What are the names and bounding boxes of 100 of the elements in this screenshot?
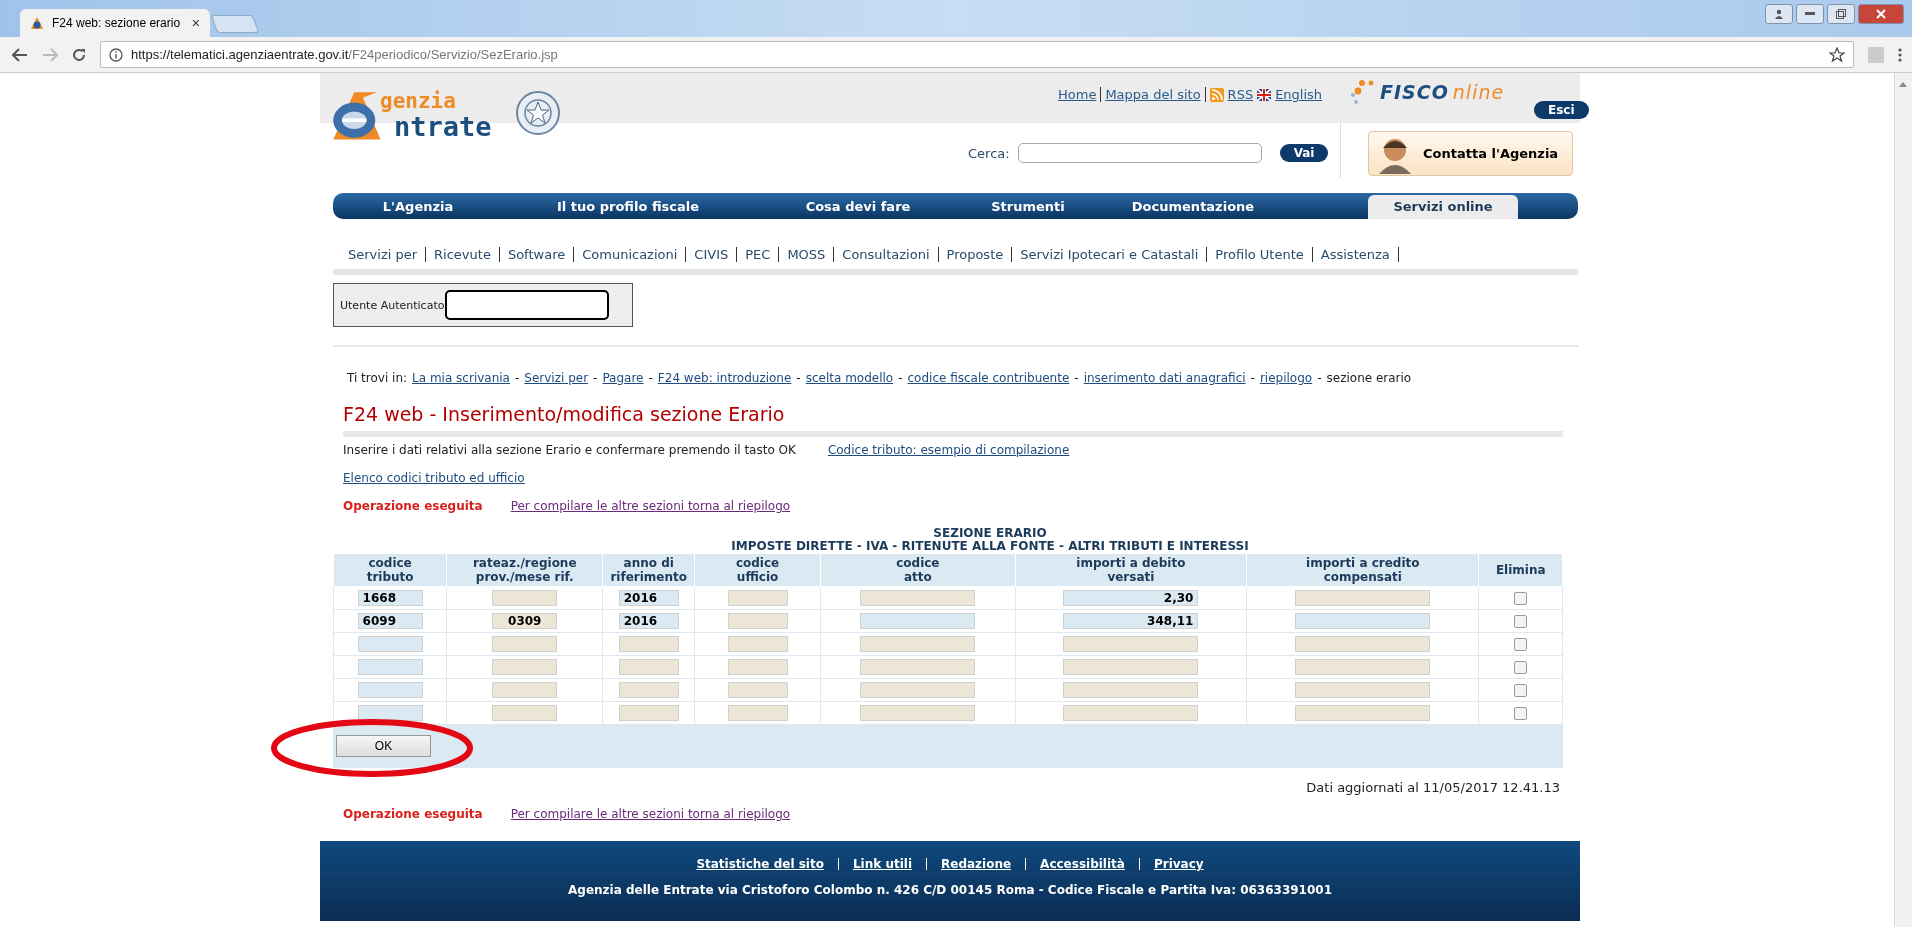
profile-button[interactable] <box>1765 4 1793 24</box>
table-input[interactable] <box>727 613 788 629</box>
table-input[interactable] <box>618 705 679 721</box>
subnav-link[interactable]: Servizi Ipotecari e Catastali <box>1012 246 1208 262</box>
table-input[interactable] <box>492 705 558 721</box>
subnav-link[interactable]: Ricevute <box>426 246 500 262</box>
subnav-link[interactable]: Proposte <box>938 246 1013 262</box>
nav-tab[interactable]: Cosa devi fare <box>753 195 963 219</box>
delete-checkbox[interactable] <box>1514 661 1528 674</box>
header-link[interactable]: RSS <box>1227 87 1254 102</box>
table-input[interactable] <box>1295 590 1431 606</box>
back-icon[interactable] <box>12 47 28 62</box>
table-input[interactable] <box>860 659 976 675</box>
table-input[interactable] <box>492 590 558 606</box>
footer-link[interactable]: Accessibilità <box>1040 857 1125 871</box>
table-input[interactable] <box>860 705 976 721</box>
summary-link[interactable]: Per compilare le altre sezioni torna al riepilogo <box>510 499 791 513</box>
nav-tab[interactable]: Servizi online <box>1368 195 1518 219</box>
table-input[interactable] <box>727 636 788 652</box>
table-input[interactable] <box>618 659 679 675</box>
header-link[interactable]: Home <box>1058 87 1102 102</box>
table-input[interactable] <box>727 705 788 721</box>
table-input[interactable]: 0309 <box>492 613 558 629</box>
table-input[interactable] <box>618 682 679 698</box>
table-input[interactable]: 6099 <box>357 613 423 629</box>
delete-checkbox[interactable] <box>1514 638 1528 651</box>
contact-button[interactable]: Contatta l'Agenzia <box>1368 131 1573 176</box>
exit-button[interactable]: Esci <box>1534 101 1589 119</box>
delete-checkbox[interactable] <box>1514 592 1528 605</box>
star-icon[interactable] <box>1829 46 1845 63</box>
table-input[interactable] <box>618 636 679 652</box>
table-input[interactable] <box>860 613 976 629</box>
new-tab-button[interactable] <box>210 15 260 33</box>
breadcrumb-link[interactable]: inserimento dati anagrafici <box>1083 371 1246 385</box>
breadcrumb-link[interactable]: Pagare <box>602 371 644 385</box>
subnav-link[interactable]: Software <box>499 246 575 262</box>
breadcrumb-link[interactable]: Servizi per <box>524 371 589 385</box>
table-input[interactable] <box>357 682 423 698</box>
extension-icon[interactable] <box>1868 46 1884 63</box>
forward-icon[interactable] <box>42 47 58 62</box>
table-input[interactable] <box>727 590 788 606</box>
table-input[interactable] <box>1295 613 1431 629</box>
breadcrumb-link[interactable]: La mia scrivania <box>412 371 510 385</box>
scrollbar[interactable] <box>1894 73 1912 927</box>
table-input[interactable] <box>1295 659 1431 675</box>
reload-icon[interactable] <box>72 47 86 62</box>
table-input[interactable] <box>492 636 558 652</box>
table-input[interactable]: 2,30 <box>1063 590 1199 606</box>
table-input[interactable] <box>1063 682 1199 698</box>
table-input[interactable] <box>860 636 976 652</box>
subnav-link[interactable]: Servizi per <box>340 246 427 262</box>
nav-tab[interactable]: Il tuo profilo fiscale <box>503 195 753 219</box>
nav-tab[interactable]: Strumenti <box>963 195 1093 219</box>
subnav-link[interactable]: Assistenza <box>1312 246 1399 262</box>
header-link[interactable]: English <box>1275 87 1323 102</box>
ok-button[interactable]: OK <box>336 735 431 757</box>
subnav-link[interactable]: MOSS <box>779 246 835 262</box>
restore-button[interactable] <box>1827 4 1855 24</box>
table-input[interactable] <box>860 590 976 606</box>
table-input[interactable] <box>1295 682 1431 698</box>
table-input[interactable]: 2016 <box>618 613 679 629</box>
minimize-button[interactable] <box>1796 4 1824 24</box>
delete-checkbox[interactable] <box>1514 615 1528 628</box>
table-input[interactable] <box>1295 636 1431 652</box>
menu-icon[interactable] <box>1898 47 1902 62</box>
close-tab-button[interactable]: × <box>191 15 200 31</box>
nav-tab[interactable]: Documentazione <box>1093 195 1293 219</box>
subnav-link[interactable]: Comunicazioni <box>574 246 687 262</box>
delete-checkbox[interactable] <box>1514 707 1528 720</box>
table-input[interactable] <box>492 682 558 698</box>
breadcrumb-link[interactable]: codice fiscale contribuente <box>907 371 1070 385</box>
subnav-link[interactable]: PEC <box>737 246 780 262</box>
table-input[interactable] <box>357 636 423 652</box>
breadcrumb-link[interactable]: scelta modello <box>805 371 894 385</box>
browser-tab[interactable]: F24 web: sezione erario × <box>20 9 210 37</box>
table-input[interactable] <box>357 705 423 721</box>
table-input[interactable] <box>860 682 976 698</box>
address-bar[interactable]: https://telematici.agenziaentrate.gov.it/F24periodico/Servizio/SezErario.jsp <box>100 41 1854 68</box>
search-button[interactable]: Vai <box>1279 144 1329 162</box>
close-window-button[interactable] <box>1858 4 1904 24</box>
search-field[interactable] <box>1017 143 1262 163</box>
table-input[interactable]: 1668 <box>357 590 423 606</box>
table-input[interactable] <box>727 659 788 675</box>
table-input[interactable] <box>1295 705 1431 721</box>
table-input[interactable] <box>1063 636 1199 652</box>
breadcrumb-link[interactable]: riepilogo <box>1259 371 1313 385</box>
table-input[interactable] <box>357 659 423 675</box>
nav-tab[interactable]: L'Agenzia <box>333 195 503 219</box>
agenzia-entrate-logo[interactable]: genzia ntrate <box>328 87 508 145</box>
footer-link[interactable]: Privacy <box>1153 857 1204 871</box>
breadcrumb-link[interactable]: F24 web: introduzione <box>657 371 792 385</box>
codes-list-link[interactable]: Elenco codici tributo ed ufficio <box>343 471 525 485</box>
table-input[interactable] <box>727 682 788 698</box>
header-link[interactable]: Mappa del sito <box>1105 87 1206 102</box>
table-input[interactable] <box>1063 705 1199 721</box>
table-input[interactable]: 2016 <box>618 590 679 606</box>
table-input[interactable] <box>1063 659 1199 675</box>
example-link[interactable]: Codice tributo: esempio di compilazione <box>827 443 1070 457</box>
summary-link[interactable]: Per compilare le altre sezioni torna al riepilogo <box>510 807 791 821</box>
subnav-link[interactable]: CIVIS <box>686 246 738 262</box>
